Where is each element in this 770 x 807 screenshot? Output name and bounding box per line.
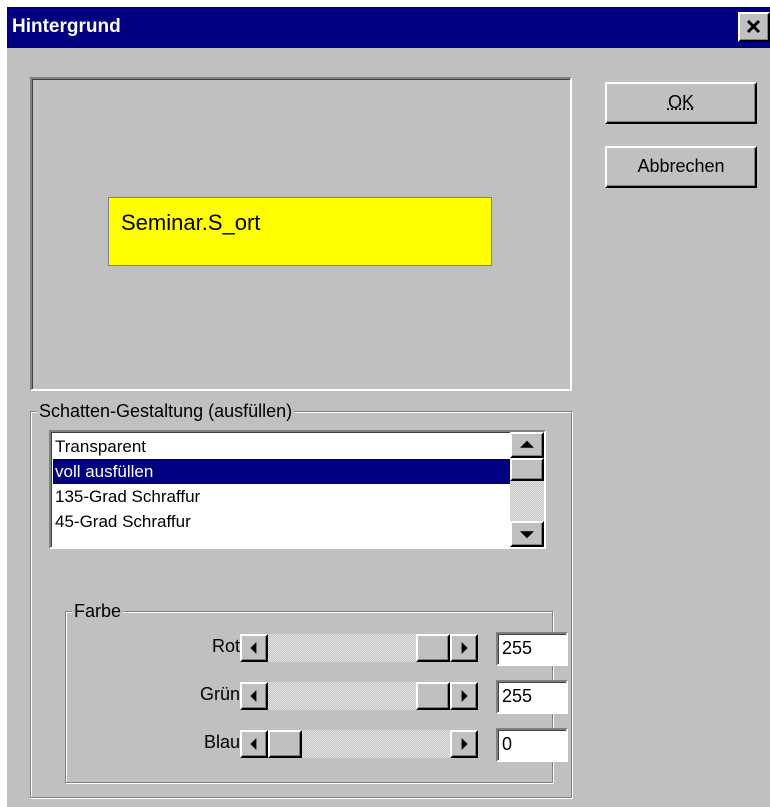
arrow-right-icon bbox=[461, 690, 468, 702]
list-item[interactable]: 135-Grad Schraffur bbox=[53, 484, 511, 509]
red-increase-button[interactable] bbox=[450, 634, 478, 662]
red-decrease-button[interactable] bbox=[240, 634, 268, 662]
cancel-button[interactable]: Abbrechen bbox=[605, 146, 757, 188]
blue-label: Blau bbox=[203, 732, 240, 752]
scroll-down-button[interactable] bbox=[510, 521, 544, 547]
cancel-button-label: Abbrechen bbox=[637, 156, 725, 176]
arrow-left-icon bbox=[250, 738, 257, 750]
window-title: Hintergrund bbox=[12, 16, 121, 37]
blue-slider[interactable] bbox=[240, 730, 478, 758]
preview-sample-box: Seminar.S_ort bbox=[108, 197, 492, 266]
red-value-field[interactable]: 255 bbox=[496, 632, 568, 666]
blue-value-field[interactable]: 0 bbox=[496, 728, 568, 762]
preview-area: Seminar.S_ort bbox=[30, 77, 572, 391]
red-slider-thumb[interactable] bbox=[416, 634, 450, 662]
arrow-left-icon bbox=[250, 690, 257, 702]
arrow-left-icon bbox=[250, 642, 257, 654]
fill-style-listbox[interactable]: Transparent voll ausfüllen 135-Grad Schr… bbox=[49, 430, 546, 549]
arrow-right-icon bbox=[461, 738, 468, 750]
color-group: Farbe Rot 255 Grün 255 Blau 0 bbox=[65, 600, 568, 783]
arrow-up-icon bbox=[520, 440, 534, 448]
blue-slider-row: Blau 0 bbox=[66, 724, 568, 764]
list-item[interactable]: Transparent bbox=[53, 434, 511, 459]
list-item[interactable]: 45-Grad Schraffur bbox=[53, 509, 511, 534]
red-label: Rot bbox=[211, 636, 240, 656]
shadow-group-legend: Schatten-Gestaltung (ausfüllen) bbox=[37, 400, 295, 422]
red-slider[interactable] bbox=[240, 634, 478, 662]
preview-sample-text: Seminar.S_ort bbox=[121, 210, 261, 235]
blue-slider-thumb[interactable] bbox=[268, 730, 302, 758]
green-slider[interactable] bbox=[240, 682, 478, 710]
green-slider-thumb[interactable] bbox=[416, 682, 450, 710]
green-value-field[interactable]: 255 bbox=[496, 680, 568, 714]
green-slider-row: Grün 255 bbox=[66, 676, 568, 716]
background-dialog: Hintergrund Seminar.S_ort OK Abbrechen S… bbox=[7, 7, 770, 807]
arrow-down-icon bbox=[520, 531, 534, 539]
scroll-thumb[interactable] bbox=[510, 458, 544, 481]
green-increase-button[interactable] bbox=[450, 682, 478, 710]
ok-button-label: OK bbox=[667, 92, 694, 112]
green-label: Grün bbox=[199, 684, 240, 704]
shadow-style-group: Schatten-Gestaltung (ausfüllen) Transpar… bbox=[30, 400, 572, 798]
title-bar[interactable]: Hintergrund bbox=[7, 7, 770, 48]
close-button[interactable] bbox=[738, 12, 770, 42]
arrow-right-icon bbox=[461, 642, 468, 654]
close-icon bbox=[746, 19, 761, 34]
red-slider-row: Rot 255 bbox=[66, 628, 568, 668]
ok-button[interactable]: OK bbox=[605, 82, 757, 124]
blue-increase-button[interactable] bbox=[450, 730, 478, 758]
scroll-up-button[interactable] bbox=[510, 432, 544, 458]
blue-decrease-button[interactable] bbox=[240, 730, 268, 758]
green-decrease-button[interactable] bbox=[240, 682, 268, 710]
list-item-selected[interactable]: voll ausfüllen bbox=[53, 459, 511, 484]
list-scrollbar[interactable] bbox=[510, 432, 544, 547]
color-group-legend: Farbe bbox=[72, 600, 124, 622]
